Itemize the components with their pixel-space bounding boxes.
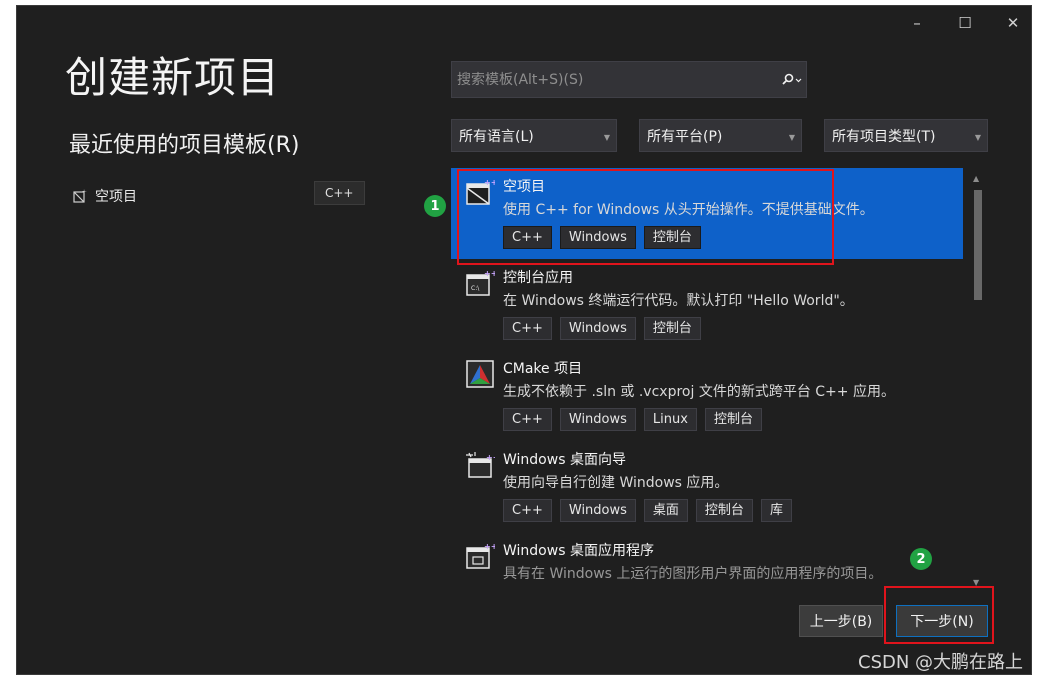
cmake-icon — [466, 360, 494, 388]
template-item-desktop-app[interactable]: ++ Windows 桌面应用程序 具有在 Windows 上运行的图形用户界面… — [451, 532, 963, 592]
template-name: Windows 桌面应用程序 — [503, 543, 654, 559]
search-box[interactable] — [451, 61, 807, 98]
tag-cpp: C++ — [503, 317, 552, 340]
template-item-cmake-project[interactable]: CMake 项目 生成不依赖于 .sln 或 .vcxproj 文件的新式跨平台… — [451, 350, 963, 441]
desktop-wizard-icon: ++ — [466, 452, 495, 478]
chevron-down-icon: ▼ — [974, 133, 981, 142]
template-list-scrollbar[interactable]: ▲ ▼ — [971, 174, 985, 587]
platform-filter-dropdown[interactable]: 所有平台(P) ▼ — [639, 119, 802, 152]
recent-item-label: 空项目 — [95, 189, 137, 205]
svg-text:++: ++ — [484, 542, 495, 551]
project-type-filter-dropdown[interactable]: 所有项目类型(T) ▼ — [824, 119, 988, 152]
chevron-down-icon: ▼ — [788, 133, 795, 142]
template-item-desktop-wizard[interactable]: ++ Windows 桌面向导 使用向导自行创建 Windows 应用。 C++… — [451, 441, 963, 532]
project-type-filter-value: 所有项目类型(T) — [832, 128, 936, 145]
tag-desktop: 桌面 — [643, 499, 688, 522]
chevron-down-icon: ▼ — [603, 133, 610, 142]
svg-text:++: ++ — [82, 189, 87, 195]
template-name: CMake 项目 — [503, 361, 583, 377]
tag-linux: Linux — [643, 408, 697, 431]
tag-console: 控制台 — [643, 317, 701, 340]
template-description: 在 Windows 终端运行代码。默认打印 "Hello World"。 — [503, 293, 854, 309]
step-badge-2: 2 — [910, 548, 932, 570]
template-tags: C++ Windows 桌面 控制台 库 — [503, 499, 792, 522]
tag-cpp: C++ — [503, 408, 552, 431]
scroll-thumb[interactable] — [974, 190, 982, 300]
tag-windows: Windows — [559, 317, 636, 340]
create-project-dialog: – ☐ ✕ 创建新项目 最近使用的项目模板(R) ++ 空项目 C++ 所有语言… — [16, 5, 1032, 675]
svg-text:++: ++ — [484, 269, 495, 278]
close-button[interactable]: ✕ — [993, 10, 1031, 36]
template-name: Windows 桌面向导 — [503, 452, 626, 468]
page-title: 创建新项目 — [65, 53, 281, 102]
next-button[interactable]: 下一步(N) — [896, 605, 988, 637]
svg-text:C:\: C:\ — [471, 285, 480, 292]
template-name: 控制台应用 — [503, 270, 573, 286]
svg-text:++: ++ — [486, 453, 495, 462]
language-filter-dropdown[interactable]: 所有语言(L) ▼ — [451, 119, 617, 152]
tag-console: 控制台 — [695, 499, 753, 522]
tag-windows: Windows — [559, 408, 636, 431]
step-badge-1: 1 — [424, 195, 446, 217]
scroll-up-icon[interactable]: ▲ — [973, 174, 979, 183]
back-button[interactable]: 上一步(B) — [799, 605, 883, 637]
tag-cpp: C++ — [503, 499, 552, 522]
template-tags: C++ Windows 控制台 — [503, 317, 701, 340]
search-icon[interactable] — [778, 67, 804, 93]
recent-templates-heading: 最近使用的项目模板(R) — [69, 133, 300, 158]
tag-console: 控制台 — [704, 408, 762, 431]
recent-item-tag: C++ — [314, 181, 365, 205]
platform-filter-value: 所有平台(P) — [647, 128, 723, 145]
language-filter-value: 所有语言(L) — [459, 128, 534, 145]
empty-project-icon: ++ — [73, 189, 87, 203]
recent-template-item[interactable]: ++ 空项目 C++ — [73, 181, 365, 208]
watermark-text: CSDN @大鹏在路上 — [858, 652, 1024, 673]
search-input[interactable] — [452, 62, 778, 97]
template-description: 生成不依赖于 .sln 或 .vcxproj 文件的新式跨平台 C++ 应用。 — [503, 384, 895, 400]
template-description: 使用向导自行创建 Windows 应用。 — [503, 475, 729, 491]
template-description: 具有在 Windows 上运行的图形用户界面的应用程序的项目。 — [503, 566, 883, 582]
tag-windows: Windows — [559, 499, 636, 522]
template-item-console-app[interactable]: C:\ ++ 控制台应用 在 Windows 终端运行代码。默认打印 "Hell… — [451, 259, 963, 350]
tag-library: 库 — [760, 499, 792, 522]
desktop-app-icon: ++ — [466, 542, 495, 569]
maximize-button[interactable]: ☐ — [945, 10, 985, 36]
highlight-box-empty-project — [457, 169, 834, 265]
template-tags: C++ Windows Linux 控制台 — [503, 408, 762, 431]
minimize-button[interactable]: – — [897, 10, 937, 36]
console-app-icon: C:\ ++ — [466, 269, 495, 296]
